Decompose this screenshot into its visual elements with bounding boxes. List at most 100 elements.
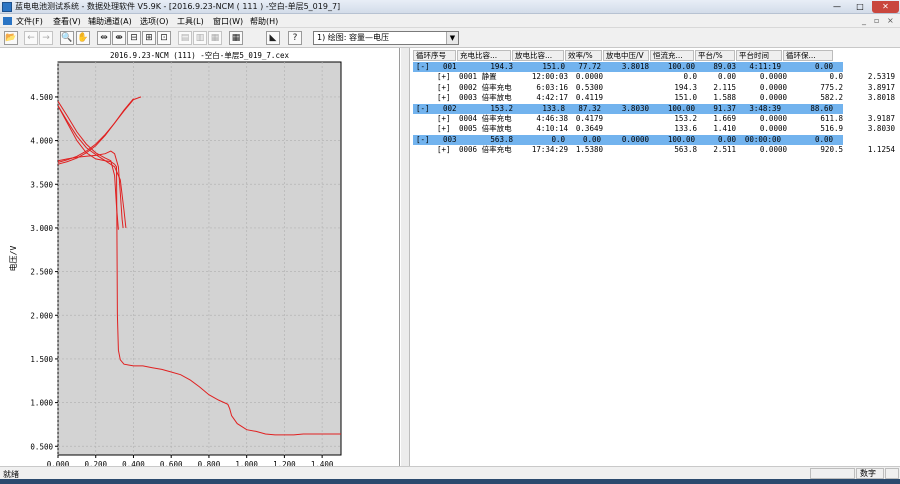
- step-row[interactable]: [+] 0002 倍率充电 6:03:16 0.5300 194.3 2.115 0.000…: [413, 82, 895, 93]
- expand-toggle[interactable]: [+]: [437, 93, 451, 103]
- step-row[interactable]: [+] 0001 静置 12:00:03 0.0000 0.0 0.00 0.0000 0.0…: [413, 72, 895, 82]
- expand-toggle[interactable]: [-]: [416, 62, 430, 72]
- pan-hand-icon[interactable]: ✋: [76, 31, 90, 45]
- chart-pane: 0.000 0.200 0.400 0.600 0.800 1.000 1.200 1.400…: [0, 48, 400, 481]
- table-cell: 17:34:29: [531, 145, 568, 155]
- split-vertical-icon[interactable]: ⊞: [142, 31, 156, 45]
- table-cell: 3.8030: [621, 103, 649, 113]
- table-cell: 0.5300: [575, 82, 603, 92]
- cycle-row[interactable]: [-] 001 194.3 151.0 77.72 3.8018 100.00 89.03 4:…: [413, 62, 843, 72]
- expand-toggle[interactable]: [+]: [437, 145, 451, 155]
- expand-toggle[interactable]: [-]: [416, 135, 430, 145]
- step-row[interactable]: [+] 0003 倍率放电 4:42:17 0.4119 151.0 1.588 0.000…: [413, 93, 895, 103]
- chart-icon[interactable]: ◣: [266, 31, 280, 45]
- mdi-restore-button[interactable]: ▫: [874, 16, 879, 25]
- maximize-button[interactable]: □: [849, 1, 871, 13]
- expand-toggle[interactable]: [+]: [437, 83, 451, 93]
- mdi-close-button[interactable]: ×: [887, 16, 894, 25]
- mdi-minimize-button[interactable]: _: [862, 16, 866, 25]
- table-cell: 0004 倍率充电: [459, 114, 512, 123]
- capacity-voltage-chart[interactable]: 0.000 0.200 0.400 0.600 0.800 1.000 1.200 1.400…: [0, 48, 400, 481]
- window-title: 蓝电电池测试系统 - 数据处理软件 V5.9K - [2016.9.23-NCM…: [15, 2, 341, 11]
- table-cell: 0.00: [582, 134, 601, 144]
- table-cell: 100.00: [667, 134, 695, 144]
- app-icon: [2, 2, 12, 12]
- menu-tools[interactable]: 工具(L): [177, 16, 204, 27]
- col-header-charge-capacity[interactable]: 充电比容...: [457, 50, 511, 61]
- help-icon[interactable]: ?: [288, 31, 302, 45]
- col-header-cycle[interactable]: 循环序号: [413, 50, 456, 61]
- split-both-icon[interactable]: ⊡: [157, 31, 171, 45]
- table-cell: 0.0000: [759, 145, 787, 155]
- layout-c-icon[interactable]: ▦: [208, 31, 222, 45]
- col-header-efficiency[interactable]: 效率/%: [565, 50, 602, 61]
- menu-file[interactable]: 文件(F): [16, 16, 43, 27]
- table-cell: 151.0: [674, 93, 697, 103]
- col-header-plateau[interactable]: 平台/%: [695, 50, 735, 61]
- y-tick-label: 3.000: [30, 224, 53, 233]
- zoom-icon[interactable]: 🔍: [60, 31, 74, 45]
- forward-arrow-icon[interactable]: →: [39, 31, 53, 45]
- open-file-icon[interactable]: 📂: [4, 31, 18, 45]
- table-cell: 0.0000: [621, 134, 649, 144]
- table-cell: 4:46:38: [536, 114, 568, 123]
- menu-window[interactable]: 窗口(W): [213, 16, 243, 27]
- pane-splitter[interactable]: [401, 48, 410, 466]
- col-header-cycle-retention[interactable]: 循环保...: [783, 50, 833, 61]
- fit-vertical-icon[interactable]: ⇼: [112, 31, 126, 45]
- cycle-row[interactable]: [-] 002 153.2 133.8 87.32 3.8030 100.00 91.37 3:…: [413, 103, 843, 114]
- cycle-row[interactable]: [-] 003 563.8 0.0 0.00 0.0000 100.00 0.00 00:00:…: [413, 134, 843, 145]
- table-cell: 582.2: [820, 93, 843, 103]
- table-cell: 0.4119: [575, 93, 603, 103]
- view-select[interactable]: 1) 绘图: 容量—电压 ▼: [313, 31, 459, 45]
- minimize-button[interactable]: —: [826, 1, 848, 13]
- expand-toggle[interactable]: [+]: [437, 72, 451, 82]
- plot-area[interactable]: [57, 61, 342, 456]
- grid-icon[interactable]: ▦: [229, 31, 243, 45]
- back-arrow-icon[interactable]: ←: [24, 31, 38, 45]
- table-cell: 563.8: [674, 145, 697, 155]
- col-header-cc-charge[interactable]: 恒流充...: [650, 50, 694, 61]
- y-tick-label: 2.500: [30, 268, 53, 277]
- menu-options[interactable]: 选项(O): [140, 16, 169, 27]
- table-cell: 516.9: [820, 124, 843, 134]
- table-cell: 89.03: [713, 62, 736, 71]
- y-tick-label: 3.500: [30, 180, 53, 189]
- step-row[interactable]: [+] 0005 倍率放电 4:10:14 0.3649 133.6 1.410 0.000…: [413, 124, 895, 134]
- menu-aux-channel[interactable]: 辅助通道(A): [88, 16, 132, 27]
- menu-view[interactable]: 查看(V): [53, 16, 81, 27]
- title-bar: 蓝电电池测试系统 - 数据处理软件 V5.9K - [2016.9.23-NCM…: [0, 0, 900, 14]
- y-tick-label: 4.000: [30, 137, 53, 146]
- col-header-mid-voltage[interactable]: 放电中压/V: [603, 50, 649, 61]
- table-cell: 1.5380: [575, 145, 603, 155]
- y-tick-label: 1.500: [30, 355, 53, 364]
- expand-toggle[interactable]: [-]: [416, 104, 430, 114]
- table-cell: 1.410: [713, 124, 736, 134]
- table-cell: 0.00: [717, 134, 736, 144]
- document-icon[interactable]: [3, 17, 12, 25]
- table-cell: 133.8: [542, 103, 565, 113]
- chart-title: 2016.9.23-NCM (111) -空白-单层5_019_7.cex: [110, 50, 289, 60]
- table-cell: 91.37: [713, 103, 736, 113]
- table-cell: 4:10:14: [536, 124, 568, 134]
- table-cell: 563.8: [490, 134, 513, 144]
- table-cell: 0.4179: [575, 114, 603, 123]
- table-cell: 0.00: [814, 62, 833, 71]
- table-cell: 87.32: [578, 103, 601, 113]
- close-button[interactable]: ✕: [872, 1, 899, 13]
- step-row[interactable]: [+] 0006 倍率充电 17:34:29 1.5380 563.8 2.511 0.00…: [413, 145, 895, 155]
- layout-b-icon[interactable]: ▥: [193, 31, 207, 45]
- col-header-plateau-time[interactable]: 平台时间: [736, 50, 782, 61]
- table-cell: 153.2: [490, 103, 513, 113]
- step-row[interactable]: [+] 0004 倍率充电 4:46:38 0.4179 153.2 1.669 0.000…: [413, 114, 895, 124]
- split-horizontal-icon[interactable]: ⊟: [127, 31, 141, 45]
- layout-a-icon[interactable]: ▤: [178, 31, 192, 45]
- fit-horizontal-icon[interactable]: ⇹: [97, 31, 111, 45]
- chevron-down-icon[interactable]: ▼: [446, 32, 458, 44]
- expand-toggle[interactable]: [+]: [437, 114, 451, 124]
- table-cell: 001: [443, 62, 457, 71]
- numlock-indicator: 数字: [856, 468, 884, 479]
- expand-toggle[interactable]: [+]: [437, 124, 451, 134]
- menu-help[interactable]: 帮助(H): [250, 16, 278, 27]
- col-header-discharge-capacity[interactable]: 放电比容...: [512, 50, 564, 61]
